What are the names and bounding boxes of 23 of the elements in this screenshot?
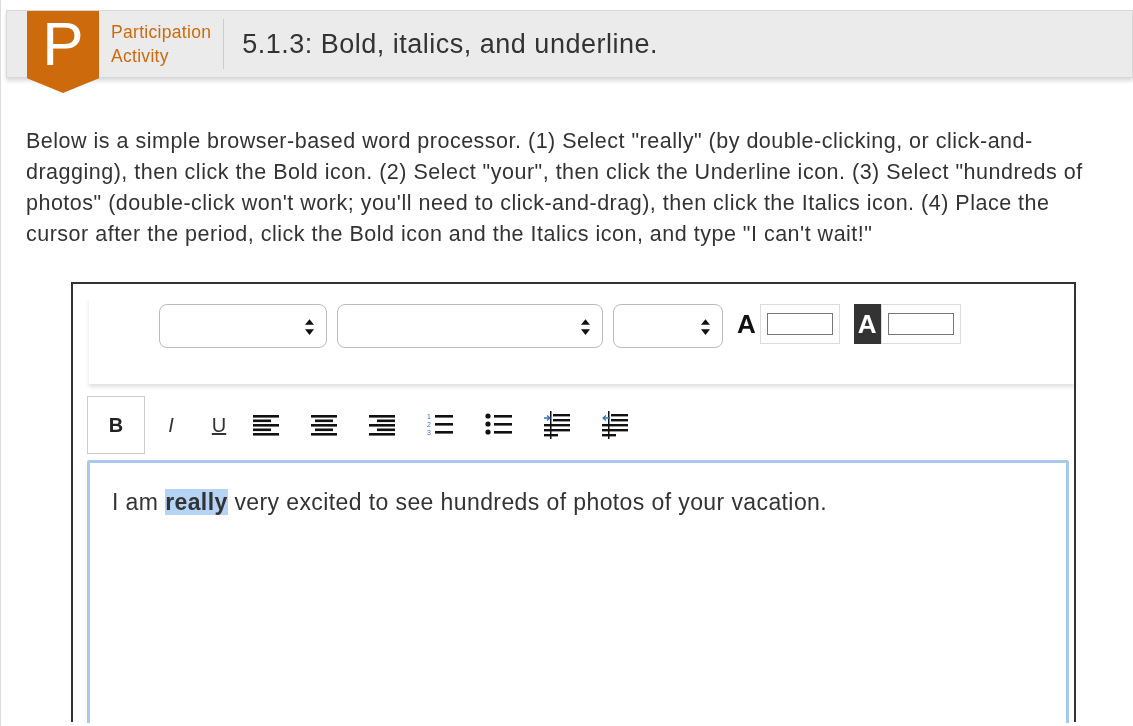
up-down-arrows-icon (701, 319, 710, 335)
align-right-icon (369, 413, 397, 437)
font-color-label: A (853, 304, 881, 344)
activity-type-label: Participation (111, 21, 212, 44)
outdent-icon (602, 411, 628, 439)
instructions-text: Below is a simple browser-based word processor. (1) Select "really" (by double-clicking, or click-and-dragging), then click the Bold icon. (2) Select "your", then click the Underline icon. (3) Select "hundreds of photos" (double-click won't work; you'll need to click-and-drag), then click the Italics icon. (4) Place the cursor after the period, click the Bold icon and the Italics icon, and type "I can't wait!" (26, 128, 1084, 248)
editor-text-area[interactable]: I am really very excited to see hundreds of photos of your vacation. (87, 460, 1069, 723)
underline-button[interactable]: U (197, 396, 241, 454)
up-down-arrows-icon (581, 319, 590, 335)
activity-type-label: Activity (111, 45, 170, 68)
font-color-label: A (736, 308, 757, 341)
align-left-icon (253, 413, 281, 437)
color-picker[interactable] (880, 304, 961, 344)
activity-title: 5.1.3: Bold, italics, and underline. (241, 28, 658, 60)
bullet-list-icon (485, 412, 513, 438)
bold-button[interactable]: B (87, 396, 145, 454)
participation-badge: P (27, 11, 99, 93)
indent-icon (544, 411, 570, 439)
color-picker[interactable] (759, 304, 840, 344)
up-down-arrows-icon (305, 319, 314, 335)
italic-button[interactable]: I (149, 396, 193, 454)
align-center-icon (311, 413, 339, 437)
editor-text: I am really very excited to see hundreds of photos of your vacation. (112, 489, 829, 516)
